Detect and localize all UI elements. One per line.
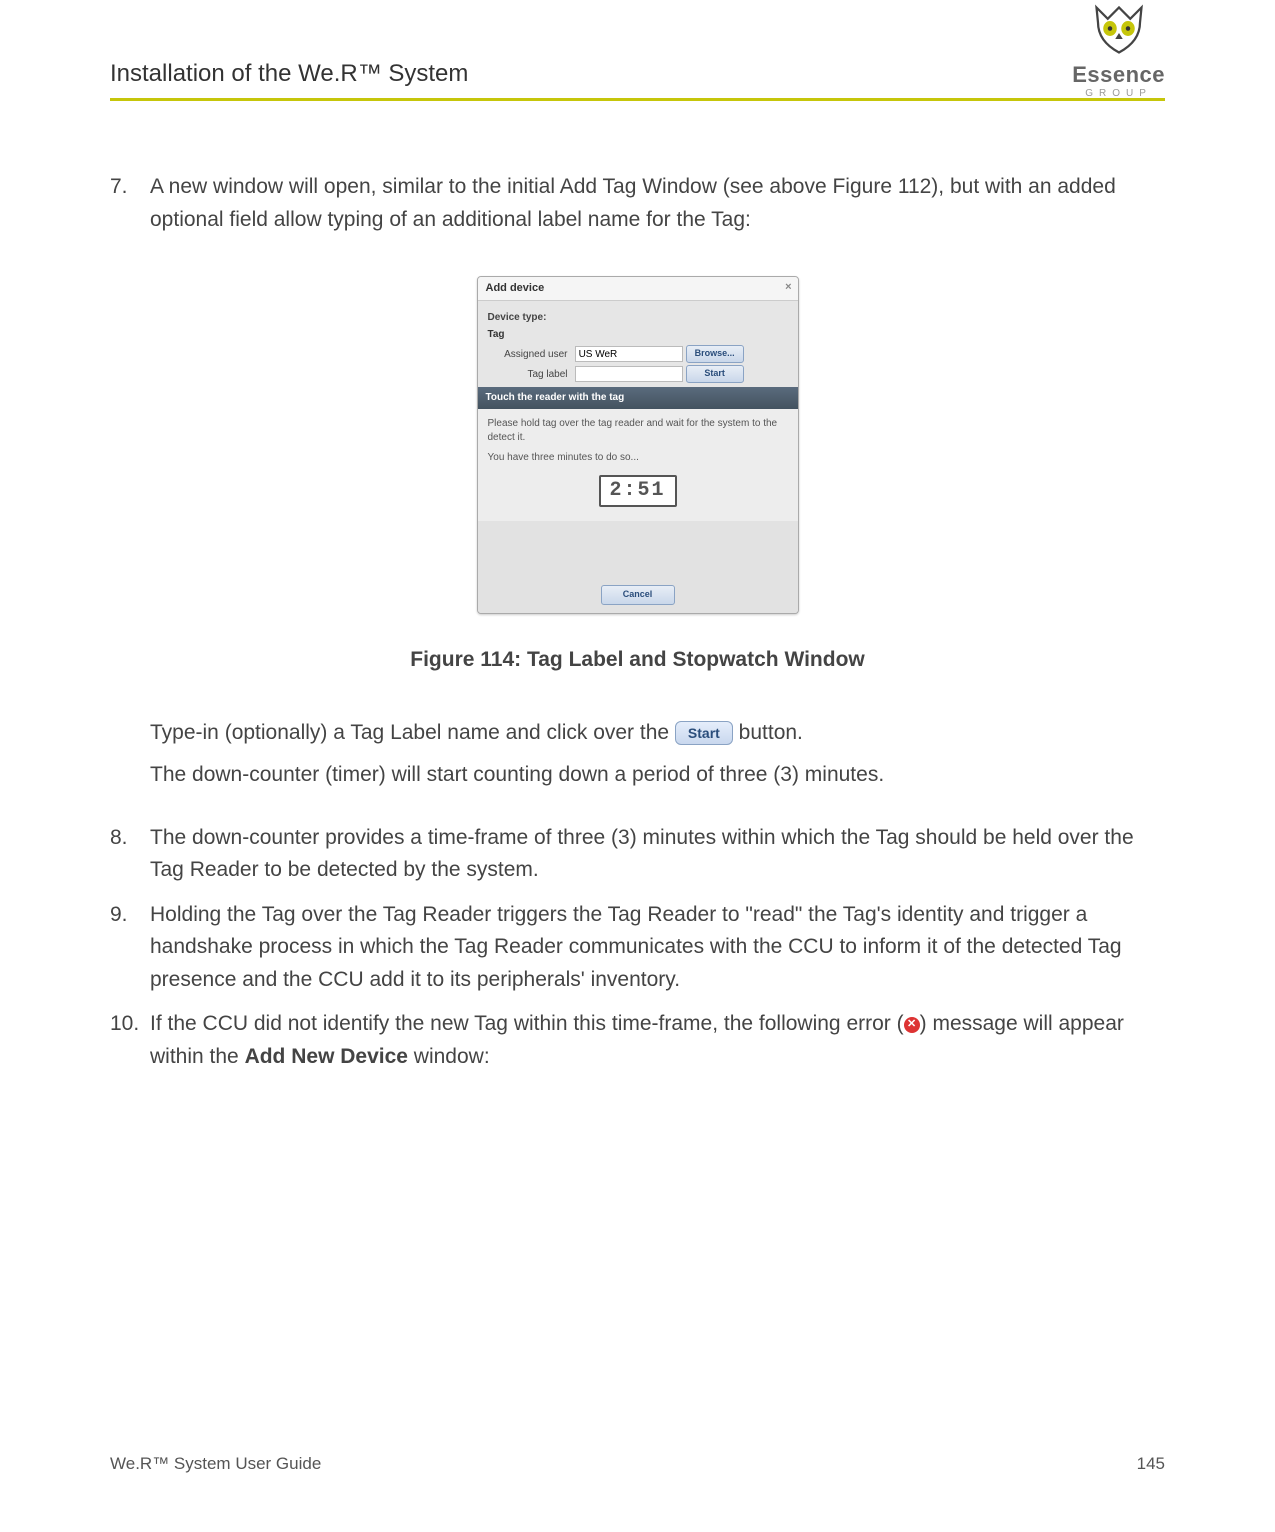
dialog-titlebar: Add device ×: [478, 277, 798, 301]
add-device-dialog: Add device × Device type: Tag Assigned u…: [477, 276, 799, 613]
step-number: 9.: [110, 899, 128, 932]
step-7-sub2: The down-counter (timer) will start coun…: [150, 759, 1165, 792]
step-7-sub: Type-in (optionally) a Tag Label name an…: [150, 717, 1165, 792]
step-text: Holding the Tag over the Tag Reader trig…: [150, 903, 1122, 991]
step-10-pre: If the CCU did not identify the new Tag …: [150, 1012, 904, 1035]
cancel-button[interactable]: Cancel: [601, 585, 675, 605]
step-10: 10. If the CCU did not identify the new …: [110, 1008, 1165, 1073]
assigned-user-label: Assigned user: [488, 347, 568, 363]
error-icon: ✕: [904, 1017, 920, 1033]
tag-label-label: Tag label: [488, 367, 568, 383]
step-9: 9. Holding the Tag over the Tag Reader t…: [110, 899, 1165, 997]
add-new-device-bold: Add New Device: [245, 1045, 408, 1068]
step-text: The down-counter provides a time-frame o…: [150, 826, 1134, 882]
brand-logo: Essence GROUP: [1072, 0, 1165, 99]
step-text: A new window will open, similar to the i…: [150, 175, 1116, 231]
close-icon[interactable]: ×: [785, 279, 791, 296]
header-rule: [110, 98, 1165, 101]
footer-page-number: 145: [1137, 1454, 1165, 1474]
inline-start-button[interactable]: Start: [675, 721, 733, 745]
step-number: 10.: [110, 1008, 139, 1041]
instruction-line-2: You have three minutes to do so...: [488, 451, 788, 465]
start-button[interactable]: Start: [686, 365, 744, 383]
dialog-title: Add device: [486, 282, 545, 294]
step-10-tail: window:: [408, 1045, 490, 1068]
step-number: 8.: [110, 822, 128, 855]
device-type-label: Device type:: [488, 310, 547, 326]
logo-text: Essence: [1072, 62, 1165, 88]
instruction-line-1: Please hold tag over the tag reader and …: [488, 417, 788, 445]
owl-icon: [1079, 0, 1159, 60]
figure-114: Add device × Device type: Tag Assigned u…: [110, 276, 1165, 624]
step-7: 7. A new window will open, similar to th…: [110, 171, 1165, 236]
step-number: 7.: [110, 171, 128, 204]
tag-label-input[interactable]: [575, 366, 683, 382]
device-type-value: Tag: [488, 329, 505, 340]
footer-doc-title: We.R™ System User Guide: [110, 1454, 321, 1474]
countdown-timer: 2:51: [599, 475, 677, 507]
step-8: 8. The down-counter provides a time-fram…: [110, 822, 1165, 887]
page-section-title: Installation of the We.R™ System: [110, 60, 1165, 94]
instruction-bar: Touch the reader with the tag: [478, 387, 798, 409]
browse-button[interactable]: Browse...: [686, 345, 744, 363]
step-7-sub1-pre: Type-in (optionally) a Tag Label name an…: [150, 721, 675, 744]
assigned-user-input[interactable]: [575, 346, 683, 362]
step-7-sub1-post: button.: [739, 721, 803, 744]
logo-group-text: GROUP: [1072, 88, 1165, 99]
figure-caption: Figure 114: Tag Label and Stopwatch Wind…: [110, 644, 1165, 677]
